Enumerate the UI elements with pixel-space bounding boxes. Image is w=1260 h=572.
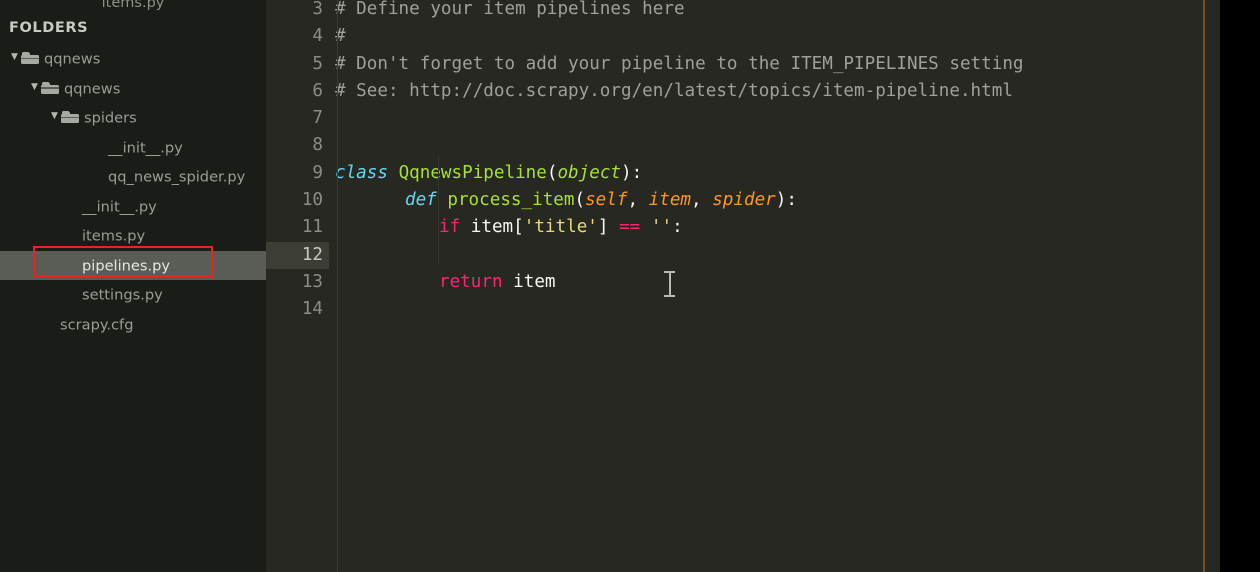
folder-icon xyxy=(21,52,39,64)
sidebar-item-label: qqnews xyxy=(64,79,121,97)
code-line[interactable]: 9 class QqnewsPipeline(object): xyxy=(266,160,1220,187)
sidebar-item-scrapy-cfg[interactable]: scrapy.cfg xyxy=(0,310,266,340)
code-line[interactable]: 8 xyxy=(266,132,1220,159)
line-number: 13 xyxy=(301,271,323,292)
line-number: 3 xyxy=(312,0,323,19)
folder-tree: ▼ qqnews ▼ qqnews ▼ spiders __init__.py qq_… xyxy=(0,44,266,339)
line-number: 5 xyxy=(312,53,323,74)
code-line[interactable]: 4 # xyxy=(266,23,1220,50)
line-number: 14 xyxy=(301,299,323,320)
sidebar-item-label: __init__.py xyxy=(108,138,183,156)
code-token-class-name: QqnewsPipeline xyxy=(398,162,547,183)
code-token-var-item: item xyxy=(513,271,556,292)
line-number: 9 xyxy=(312,162,323,183)
code-token-function-name: process_item xyxy=(447,190,575,211)
folder-icon xyxy=(61,111,79,123)
sidebar-item-qq-news-spider[interactable]: qq_news_spider.py xyxy=(0,162,266,192)
sidebar-item-spiders-init[interactable]: __init__.py xyxy=(0,133,266,163)
code-token-keyword-if: if xyxy=(439,217,461,238)
sidebar-item-pipelines-py[interactable]: pipelines.py xyxy=(0,250,266,280)
code-line[interactable]: 5 # Don't forget to add your pipeline to… xyxy=(266,51,1220,78)
sidebar-item-label: __init__.py xyxy=(82,197,157,215)
code-line[interactable]: 14 xyxy=(266,296,1220,323)
code-token-string-empty: '' xyxy=(650,217,673,238)
column-ruler xyxy=(1203,0,1205,572)
sidebar-item-label: spiders xyxy=(84,109,137,127)
code-token-base-class: object xyxy=(557,162,622,183)
code-line[interactable]: 10 def process_item(self, item, spider): xyxy=(266,187,1220,214)
code-token-colon: : xyxy=(672,217,683,238)
code-token-bracket-open: [ xyxy=(513,217,524,238)
code-token-keyword: class xyxy=(335,162,388,183)
indent-guide xyxy=(337,0,338,572)
code-token-string-title: 'title' xyxy=(523,217,598,238)
sidebar-item-qqnews-inner[interactable]: ▼ qqnews xyxy=(0,74,266,104)
line-number: 4 xyxy=(312,26,323,47)
sidebar-item-items-py[interactable]: items.py xyxy=(0,221,266,251)
code-token-comment: # Don't forget to add your pipeline to t… xyxy=(335,53,1024,74)
code-line[interactable]: 13 return item xyxy=(266,269,1220,296)
line-number: 11 xyxy=(301,217,323,238)
sidebar: items.py FOLDERS ▼ qqnews ▼ qqnews ▼ spider… xyxy=(0,0,266,572)
code-token-comma: , xyxy=(627,190,649,211)
sidebar-heading-folders: FOLDERS xyxy=(9,20,89,36)
code-token-close: ): xyxy=(775,190,797,211)
code-line[interactable]: 3 # Define your item pipelines here xyxy=(266,0,1220,23)
sidebar-item-label: qq_news_spider.py xyxy=(108,168,246,186)
code-token-keyword: def xyxy=(405,190,437,211)
code-line-active[interactable]: 12 xyxy=(266,241,1220,269)
code-token-comment: # See: http://doc.scrapy.org/en/latest/t… xyxy=(335,80,1013,101)
code-token-close: ): xyxy=(621,162,643,183)
sidebar-item-package-init[interactable]: __init__.py xyxy=(0,192,266,222)
line-number-active: 12 xyxy=(266,241,329,269)
code-token-operator-eq: == xyxy=(619,217,641,238)
line-number: 8 xyxy=(312,135,323,156)
chevron-down-icon[interactable]: ▼ xyxy=(28,73,41,103)
sidebar-item-label: pipelines.py xyxy=(82,256,171,274)
tab-items-py[interactable]: items.py xyxy=(0,0,266,14)
code-editor[interactable]: 3 # Define your item pipelines here 4 # … xyxy=(266,0,1220,572)
code-token-paren: ( xyxy=(574,190,586,211)
sidebar-item-qqnews-root[interactable]: ▼ qqnews xyxy=(0,44,266,74)
editor-window: items.py FOLDERS ▼ qqnews ▼ qqnews ▼ spider… xyxy=(0,0,1260,572)
code-token-paren: ( xyxy=(546,162,558,183)
line-number: 7 xyxy=(312,108,323,129)
code-token-param-self: self xyxy=(585,190,628,211)
sidebar-item-label: items.py xyxy=(82,227,146,245)
indent-guide-secondary xyxy=(438,155,439,265)
code-token-param-spider: spider xyxy=(712,190,776,211)
chevron-down-icon[interactable]: ▼ xyxy=(48,102,61,132)
code-line[interactable]: 7 xyxy=(266,105,1220,132)
code-token-comma: , xyxy=(691,190,713,211)
sidebar-item-label: scrapy.cfg xyxy=(60,315,134,333)
sidebar-item-spiders[interactable]: ▼ spiders xyxy=(0,103,266,133)
line-number: 10 xyxy=(301,190,323,211)
sidebar-item-label: qqnews xyxy=(44,50,101,68)
window-edge-void xyxy=(1220,0,1260,572)
folder-icon xyxy=(41,81,59,94)
chevron-down-icon[interactable]: ▼ xyxy=(8,43,21,73)
code-lines: 3 # Define your item pipelines here 4 # … xyxy=(266,0,1220,324)
code-token-param-item: item xyxy=(648,190,692,211)
line-number: 6 xyxy=(312,80,323,101)
code-token-comment: # Define your item pipelines here xyxy=(335,0,685,19)
code-token-keyword-return: return xyxy=(439,271,503,292)
code-line[interactable]: 6 # See: http://doc.scrapy.org/en/latest… xyxy=(266,78,1220,105)
sidebar-item-settings-py[interactable]: settings.py xyxy=(0,280,266,310)
code-line[interactable]: 11 if item['title'] == '': xyxy=(266,214,1220,241)
code-token-var-item: item xyxy=(470,217,514,238)
sidebar-item-label: settings.py xyxy=(82,286,163,304)
code-token-bracket-close: ] xyxy=(597,217,609,238)
